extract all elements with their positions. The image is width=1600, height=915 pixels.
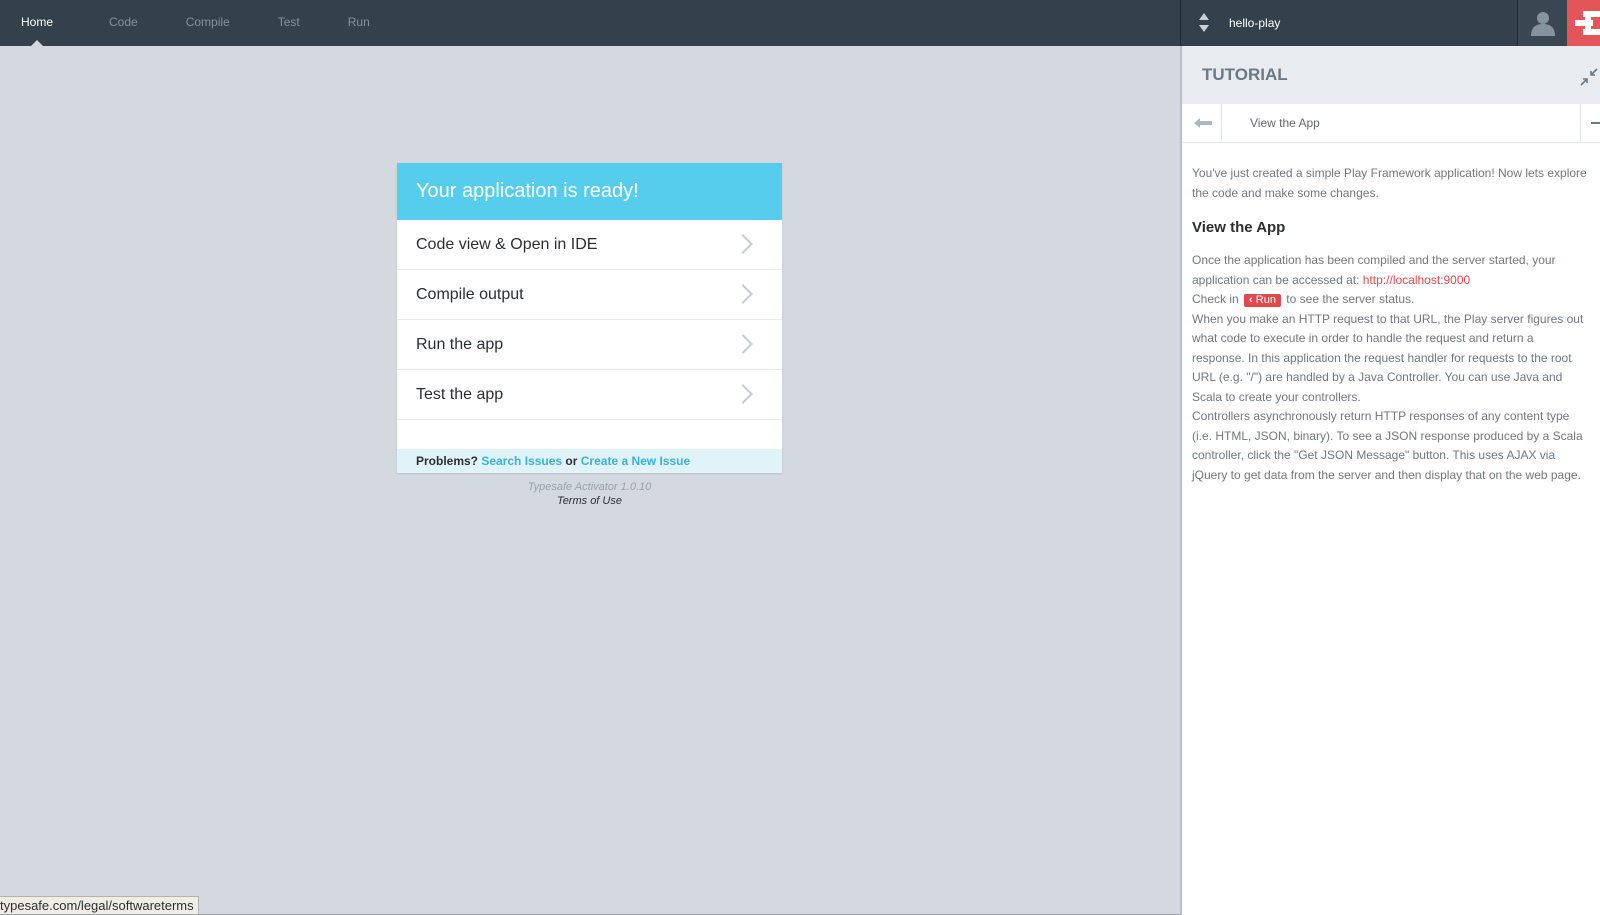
text-line: Scala to create your controllers. bbox=[1192, 389, 1361, 404]
tutorial-panel: TUTORIAL View the App You've just create… bbox=[1180, 46, 1600, 915]
typesafe-logo-icon bbox=[1575, 11, 1600, 35]
top-bar: Home Code Compile Test Run hello-play bbox=[0, 0, 1600, 46]
tutorial-content: You've just created a simple Play Framew… bbox=[1192, 164, 1600, 485]
text-line: application can be accessed at: http://l… bbox=[1192, 271, 1600, 291]
intro-line: You've just created a simple Play Framew… bbox=[1192, 166, 1587, 180]
text-fragment: Check in bbox=[1192, 292, 1239, 306]
nav-test[interactable]: Test bbox=[257, 0, 321, 46]
tutorial-nav: View the App bbox=[1182, 104, 1600, 143]
create-issue-link[interactable]: Create a New Issue bbox=[581, 454, 690, 468]
text-line: Controllers asynchronously return HTTP r… bbox=[1192, 409, 1570, 423]
run-app-label: Run the app bbox=[416, 336, 504, 353]
text-line: When you make an HTTP request to that UR… bbox=[1192, 311, 1584, 326]
previous-page-button[interactable] bbox=[1182, 104, 1222, 142]
chevron-right-icon bbox=[733, 334, 753, 354]
intro-line: the code and make some changes. bbox=[1192, 185, 1379, 200]
text-line: controller, click the "Get JSON Message"… bbox=[1192, 448, 1556, 462]
text-line: URL (e.g. "/") are handled by a Java Con… bbox=[1192, 370, 1563, 384]
text-fragment: application can be accessed at: bbox=[1192, 272, 1360, 287]
user-button[interactable] bbox=[1517, 0, 1567, 46]
tutorial-page-title[interactable]: View the App bbox=[1250, 104, 1320, 142]
text-line: Once the application has been compiled a… bbox=[1192, 253, 1556, 267]
text-line: what code to execute in order to handle … bbox=[1192, 331, 1534, 345]
project-name: hello-play bbox=[1229, 16, 1281, 30]
nav-home[interactable]: Home bbox=[0, 0, 74, 46]
code-view-link[interactable]: Code view & Open in IDE bbox=[397, 220, 782, 270]
code-view-label: Code view & Open in IDE bbox=[416, 236, 598, 253]
tutorial-header: TUTORIAL bbox=[1182, 46, 1600, 104]
test-app-link[interactable]: Test the app bbox=[397, 370, 782, 420]
tutorial-title: TUTORIAL bbox=[1202, 65, 1288, 84]
project-selector[interactable]: hello-play bbox=[1180, 0, 1516, 46]
compile-output-link[interactable]: Compile output bbox=[397, 270, 782, 320]
nav-run[interactable]: Run bbox=[327, 0, 391, 46]
terms-link[interactable]: Terms of Use bbox=[397, 495, 782, 507]
main-nav: Home Code Compile Test Run bbox=[0, 0, 391, 46]
problems-label: Problems? bbox=[416, 454, 479, 468]
version-label: Typesafe Activator 1.0.10 bbox=[527, 481, 652, 493]
section-heading: View the App bbox=[1192, 219, 1286, 236]
card-title: Your application is ready! bbox=[397, 163, 782, 220]
test-app-label: Test the app bbox=[416, 386, 504, 403]
or-label: or bbox=[565, 454, 578, 468]
nav-code[interactable]: Code bbox=[88, 0, 159, 46]
localhost-link[interactable]: http://localhost:9000 bbox=[1363, 273, 1470, 287]
text-line: jQuery to get data from the server and t… bbox=[1192, 467, 1581, 482]
arrow-left-icon bbox=[1194, 118, 1212, 128]
chevron-right-icon bbox=[733, 284, 753, 304]
chevron-right-icon bbox=[733, 234, 753, 254]
search-issues-link[interactable]: Search Issues bbox=[481, 454, 562, 468]
logo-button[interactable] bbox=[1567, 0, 1600, 46]
text-line: (i.e. HTML, JSON, binary). To see a JSON… bbox=[1192, 428, 1583, 443]
text-line: response. In this application the reques… bbox=[1192, 350, 1572, 365]
sort-arrows-icon[interactable] bbox=[1197, 11, 1211, 35]
run-badge-link[interactable]: Run bbox=[1244, 294, 1281, 307]
tutorial-menu-button[interactable] bbox=[1580, 104, 1600, 142]
chevron-right-icon bbox=[733, 384, 753, 404]
text-fragment: to see the server status. bbox=[1286, 292, 1415, 306]
collapse-icon[interactable] bbox=[1580, 68, 1598, 86]
problems-footer: Problems? Search Issues or Create a New … bbox=[397, 449, 782, 473]
run-app-link[interactable]: Run the app bbox=[397, 320, 782, 370]
status-bar-url: typesafe.com/legal/softwareterms bbox=[0, 896, 199, 915]
compile-output-label: Compile output bbox=[416, 286, 524, 303]
text-line: Check in Run to see the server status. bbox=[1192, 290, 1600, 310]
app-ready-card: Your application is ready! Code view & O… bbox=[397, 163, 782, 473]
user-icon bbox=[1531, 12, 1555, 36]
nav-compile[interactable]: Compile bbox=[165, 0, 251, 46]
